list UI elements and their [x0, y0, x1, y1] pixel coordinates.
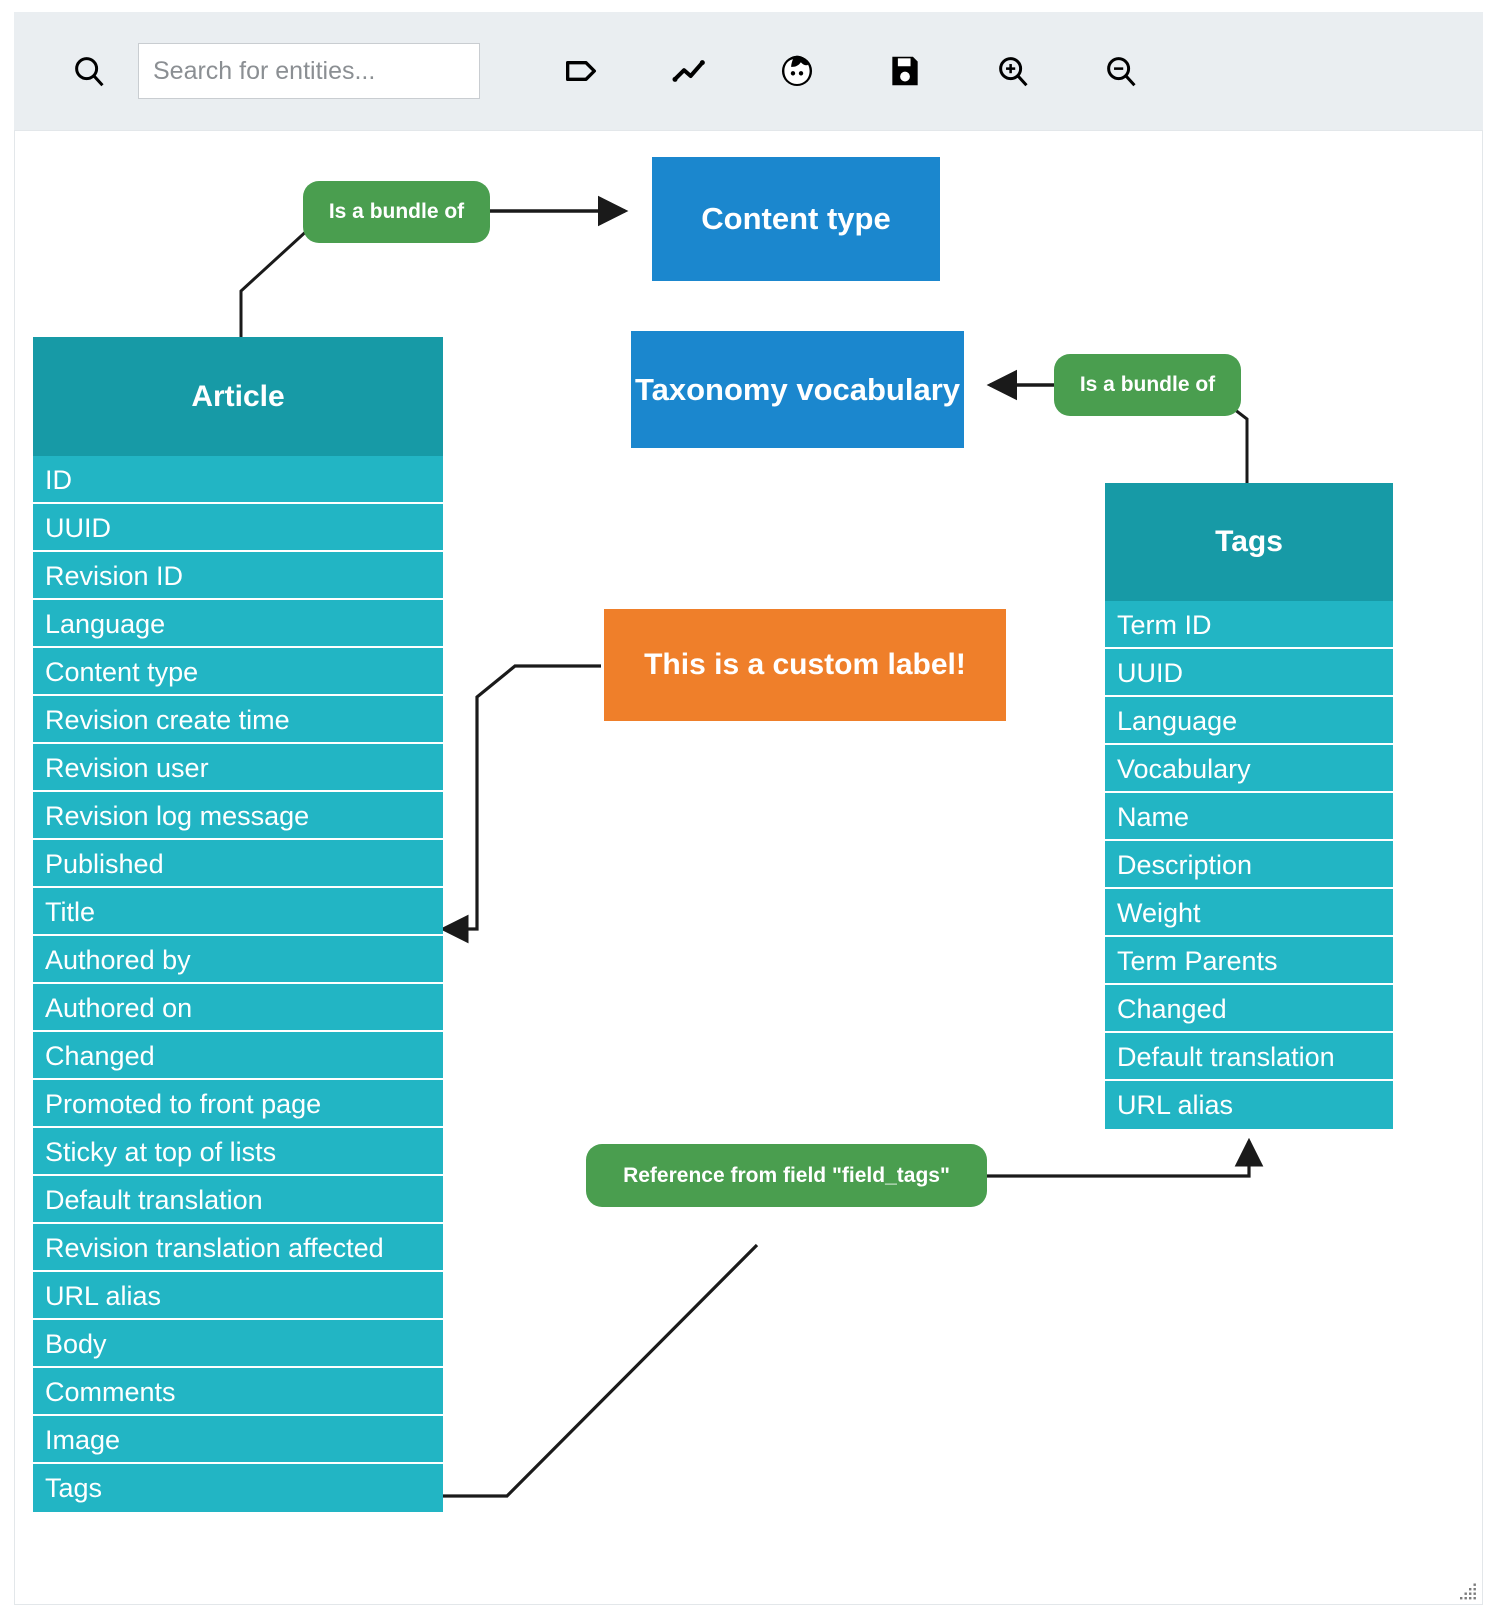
entity-field-row[interactable]: Published: [33, 840, 443, 888]
entity-field-row[interactable]: Language: [33, 600, 443, 648]
entity-field-row[interactable]: Default translation: [1105, 1033, 1393, 1081]
save-icon[interactable]: [882, 48, 928, 94]
entity-field-row[interactable]: Default translation: [33, 1176, 443, 1224]
entity-field-row[interactable]: Revision log message: [33, 792, 443, 840]
entity-field-row[interactable]: Comments: [33, 1368, 443, 1416]
node-content-type[interactable]: Content type: [652, 157, 940, 281]
entity-field-row[interactable]: Revision ID: [33, 552, 443, 600]
entity-tags[interactable]: Tags Term ID UUID Language Vocabulary Name De…: [1105, 483, 1393, 1129]
edge-label-is-a-bundle-of-taxonomy[interactable]: Is a bundle of: [1054, 354, 1241, 416]
entity-field-row[interactable]: Sticky at top of lists: [33, 1128, 443, 1176]
entity-field-row[interactable]: Description: [1105, 841, 1393, 889]
entity-field-row[interactable]: Changed: [33, 1032, 443, 1080]
entity-field-row[interactable]: Language: [1105, 697, 1393, 745]
entity-field-row[interactable]: Title: [33, 888, 443, 936]
entity-field-row[interactable]: Name: [1105, 793, 1393, 841]
entity-article-fields: ID UUID Revision ID Language Content type Rev…: [33, 456, 443, 1512]
edge-label-text: Is a bundle of: [328, 200, 465, 223]
entity-field-row[interactable]: UUID: [33, 504, 443, 552]
edge-label-text: Reference from field "field_tags": [623, 1163, 950, 1187]
entity-article-title: Article: [33, 337, 443, 456]
node-custom-label-text: This is a custom label!: [644, 648, 966, 681]
search-input[interactable]: [138, 43, 480, 99]
entity-field-row[interactable]: URL alias: [1105, 1081, 1393, 1129]
entity-field-row[interactable]: Content type: [33, 648, 443, 696]
entity-field-row[interactable]: Authored on: [33, 984, 443, 1032]
entity-field-row[interactable]: Term Parents: [1105, 937, 1393, 985]
entity-field-row[interactable]: URL alias: [33, 1272, 443, 1320]
entity-field-row[interactable]: Promoted to front page: [33, 1080, 443, 1128]
entity-field-row[interactable]: ID: [33, 456, 443, 504]
diagram-canvas[interactable]: Content type Taxonomy vocabulary This is…: [14, 130, 1483, 1605]
entity-field-row[interactable]: Body: [33, 1320, 443, 1368]
zoom-out-icon[interactable]: [1098, 48, 1144, 94]
tag-icon[interactable]: [558, 48, 604, 94]
entity-field-row[interactable]: Vocabulary: [1105, 745, 1393, 793]
entity-field-row[interactable]: Tags: [33, 1464, 443, 1512]
node-custom-label[interactable]: This is a custom label!: [604, 609, 1006, 721]
toolbar: [14, 12, 1483, 130]
edge-label-reference-from-field-tags[interactable]: Reference from field "field_tags": [586, 1144, 987, 1207]
entity-field-row[interactable]: Weight: [1105, 889, 1393, 937]
entity-article[interactable]: Article ID UUID Revision ID Language Content…: [33, 337, 443, 1512]
entity-tags-title: Tags: [1105, 483, 1393, 601]
entity-field-row[interactable]: Image: [33, 1416, 443, 1464]
entity-field-row[interactable]: Revision translation affected: [33, 1224, 443, 1272]
entity-field-row[interactable]: Term ID: [1105, 601, 1393, 649]
entity-field-row[interactable]: Revision user: [33, 744, 443, 792]
line-chart-icon[interactable]: [666, 48, 712, 94]
person-icon[interactable]: [774, 48, 820, 94]
entity-field-row[interactable]: Authored by: [33, 936, 443, 984]
edge-label-text: Is a bundle of: [1079, 373, 1216, 396]
entity-relationship-diagram-app: Content type Taxonomy vocabulary This is…: [0, 0, 1497, 1619]
entity-tags-fields: Term ID UUID Language Vocabulary Name Descrip…: [1105, 601, 1393, 1129]
entity-field-row[interactable]: Revision create time: [33, 696, 443, 744]
search-icon[interactable]: [66, 48, 112, 94]
edge-label-is-a-bundle-of-content-type[interactable]: Is a bundle of: [303, 181, 490, 243]
entity-field-row[interactable]: UUID: [1105, 649, 1393, 697]
zoom-in-icon[interactable]: [990, 48, 1036, 94]
node-content-type-label: Content type: [701, 201, 891, 236]
node-taxonomy-vocabulary[interactable]: Taxonomy vocabulary: [631, 331, 964, 448]
entity-field-row[interactable]: Changed: [1105, 985, 1393, 1033]
node-taxonomy-vocabulary-label: Taxonomy vocabulary: [634, 371, 961, 407]
resize-handle[interactable]: [1460, 1582, 1478, 1600]
